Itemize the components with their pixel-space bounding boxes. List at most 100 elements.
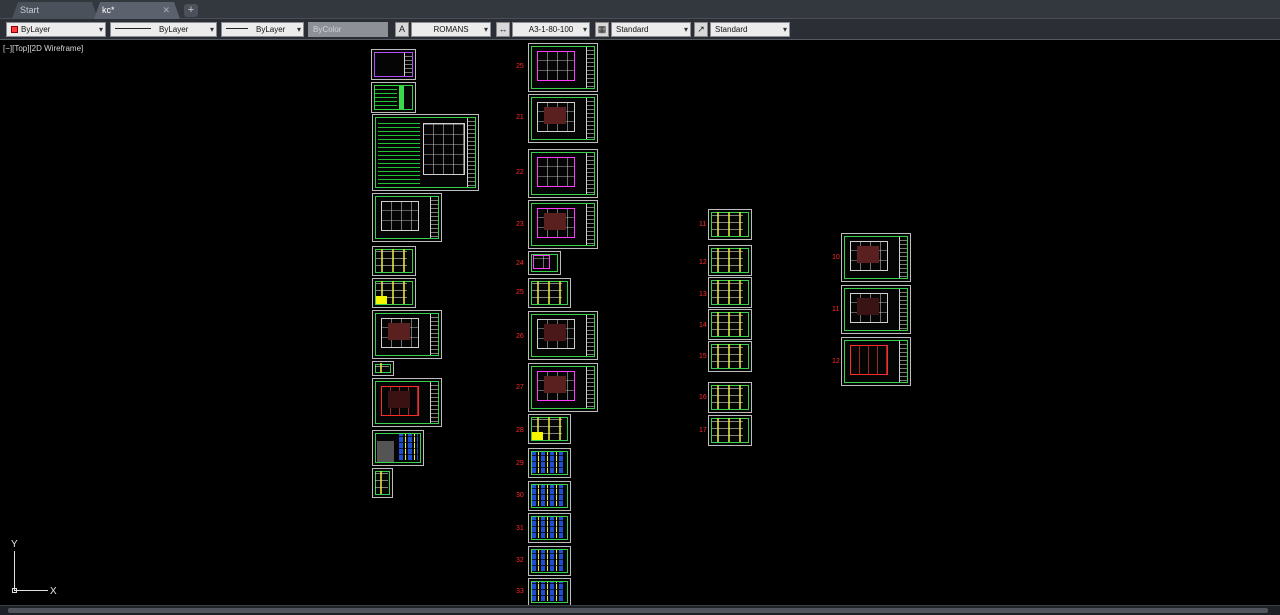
sheet-number: 11: [832, 306, 840, 313]
sheet-number: 21: [516, 114, 524, 121]
layout-sheet[interactable]: [528, 278, 571, 308]
color-swatch: [11, 26, 18, 33]
layout-sheet[interactable]: [528, 546, 571, 576]
layout-sheet[interactable]: [708, 415, 752, 446]
chevron-down-icon: ▾: [98, 25, 103, 34]
drawing-canvas[interactable]: [−][Top][2D Wireframe] 25 21 22 23 24 25…: [0, 41, 1280, 606]
sheet-number: 12: [832, 358, 840, 365]
layout-sheet[interactable]: [372, 278, 416, 308]
sheet-number: 25: [516, 63, 524, 70]
chevron-down-icon: ▾: [782, 25, 787, 34]
layout-sheet[interactable]: [372, 310, 442, 359]
tab-start[interactable]: Start: [12, 2, 98, 19]
sheet-number: 33: [516, 588, 524, 595]
table-style-dropdown[interactable]: Standard ▾: [611, 22, 691, 37]
ucs-y-label: Y: [11, 539, 18, 550]
sheet-number: 32: [516, 557, 524, 564]
chevron-down-icon: ▾: [582, 25, 587, 34]
sheet-number: 28: [516, 427, 524, 434]
chevron-down-icon: ▾: [483, 25, 488, 34]
linetype-preview: [115, 28, 151, 29]
color-value: ByLayer: [21, 25, 51, 34]
layout-sheet[interactable]: [372, 193, 442, 242]
tab-start-label: Start: [20, 5, 40, 15]
linetype-dropdown[interactable]: ByLayer ▾: [110, 22, 217, 37]
layout-sheet[interactable]: [371, 82, 416, 113]
lineweight-value: ByLayer: [256, 25, 286, 34]
layout-sheet[interactable]: [708, 277, 752, 308]
table-style-icon[interactable]: ▦: [595, 22, 609, 37]
layout-sheet[interactable]: [528, 149, 598, 198]
layout-sheet[interactable]: [708, 245, 752, 276]
layout-sheet[interactable]: [708, 382, 752, 413]
chevron-down-icon: ▾: [683, 25, 688, 34]
plotstyle-dropdown: ByColor: [308, 22, 388, 37]
properties-toolbar: ByLayer ▾ ByLayer ▾ ByLayer ▾ ByColor A …: [0, 19, 1280, 40]
sheet-number: 16: [699, 394, 707, 401]
dimension-style-value: A3-1-80-100: [528, 25, 574, 34]
layout-sheet[interactable]: [372, 114, 479, 191]
layout-sheet[interactable]: [528, 363, 598, 412]
sheet-number: 25: [516, 289, 524, 296]
sheet-number: 13: [699, 291, 707, 298]
horizontal-scrollbar[interactable]: [0, 605, 1280, 615]
ucs-icon[interactable]: Y X: [11, 539, 68, 597]
sheet-number: 23: [516, 221, 524, 228]
sheet-number: 31: [516, 525, 524, 532]
sheet-number: 14: [699, 322, 707, 329]
layout-sheet[interactable]: [708, 341, 752, 372]
layout-sheet[interactable]: [708, 209, 752, 240]
sheet-number: 26: [516, 333, 524, 340]
linetype-value: ByLayer: [159, 25, 189, 34]
chevron-down-icon: ▾: [296, 25, 301, 34]
text-style-icon[interactable]: A: [395, 22, 409, 37]
new-tab-button[interactable]: +: [184, 4, 198, 17]
color-dropdown[interactable]: ByLayer ▾: [6, 22, 106, 37]
text-style-dropdown[interactable]: ROMANS ▾: [411, 22, 491, 37]
tab-drawing-kc[interactable]: kc* ✕: [94, 2, 180, 19]
lineweight-preview: [226, 28, 248, 29]
multileader-style-dropdown[interactable]: Standard ▾: [710, 22, 790, 37]
layout-sheet[interactable]: [372, 430, 424, 466]
layout-sheet[interactable]: [372, 361, 394, 376]
layout-sheet[interactable]: [528, 200, 598, 249]
layout-sheet[interactable]: [708, 309, 752, 340]
layout-sheet[interactable]: [841, 337, 911, 386]
sheet-number: 10: [832, 254, 840, 261]
sheet-number: 11: [699, 221, 707, 228]
layout-sheet[interactable]: [372, 378, 442, 427]
multileader-style-value: Standard: [715, 25, 748, 34]
layout-sheet[interactable]: [528, 43, 598, 92]
plotstyle-value: ByColor: [313, 25, 342, 34]
layout-sheet[interactable]: [371, 49, 416, 80]
document-tab-bar: Start kc* ✕ +: [0, 0, 1280, 19]
multileader-style-icon[interactable]: ↗: [694, 22, 708, 37]
sheet-number: 30: [516, 492, 524, 499]
ucs-x-axis: [14, 590, 48, 591]
ucs-origin: [12, 588, 17, 593]
layout-sheet[interactable]: [528, 251, 561, 275]
layout-sheet[interactable]: [841, 285, 911, 334]
close-tab-icon[interactable]: ✕: [162, 2, 170, 19]
dimension-style-icon[interactable]: ↔: [496, 22, 510, 37]
layout-sheet[interactable]: [528, 448, 571, 478]
layout-sheet[interactable]: [528, 311, 598, 360]
layout-sheet[interactable]: [528, 94, 598, 143]
layout-sheet[interactable]: [528, 513, 571, 543]
ucs-y-axis: [14, 551, 15, 591]
scrollbar-thumb[interactable]: [8, 608, 1268, 613]
lineweight-dropdown[interactable]: ByLayer ▾: [221, 22, 304, 37]
chevron-down-icon: ▾: [209, 25, 214, 34]
layout-sheet[interactable]: [528, 578, 571, 606]
viewport-controls-label[interactable]: [−][Top][2D Wireframe]: [3, 44, 83, 53]
text-style-value: ROMANS: [433, 25, 469, 34]
layout-sheet[interactable]: [528, 414, 571, 444]
layout-sheet[interactable]: [528, 481, 571, 511]
sheet-number: 22: [516, 169, 524, 176]
dimension-style-dropdown[interactable]: A3-1-80-100 ▾: [512, 22, 590, 37]
layout-sheet[interactable]: [372, 468, 393, 498]
sheet-number: 27: [516, 384, 524, 391]
layout-sheet[interactable]: [841, 233, 911, 282]
layout-sheet[interactable]: [372, 246, 416, 276]
sheet-number: 24: [516, 260, 524, 267]
